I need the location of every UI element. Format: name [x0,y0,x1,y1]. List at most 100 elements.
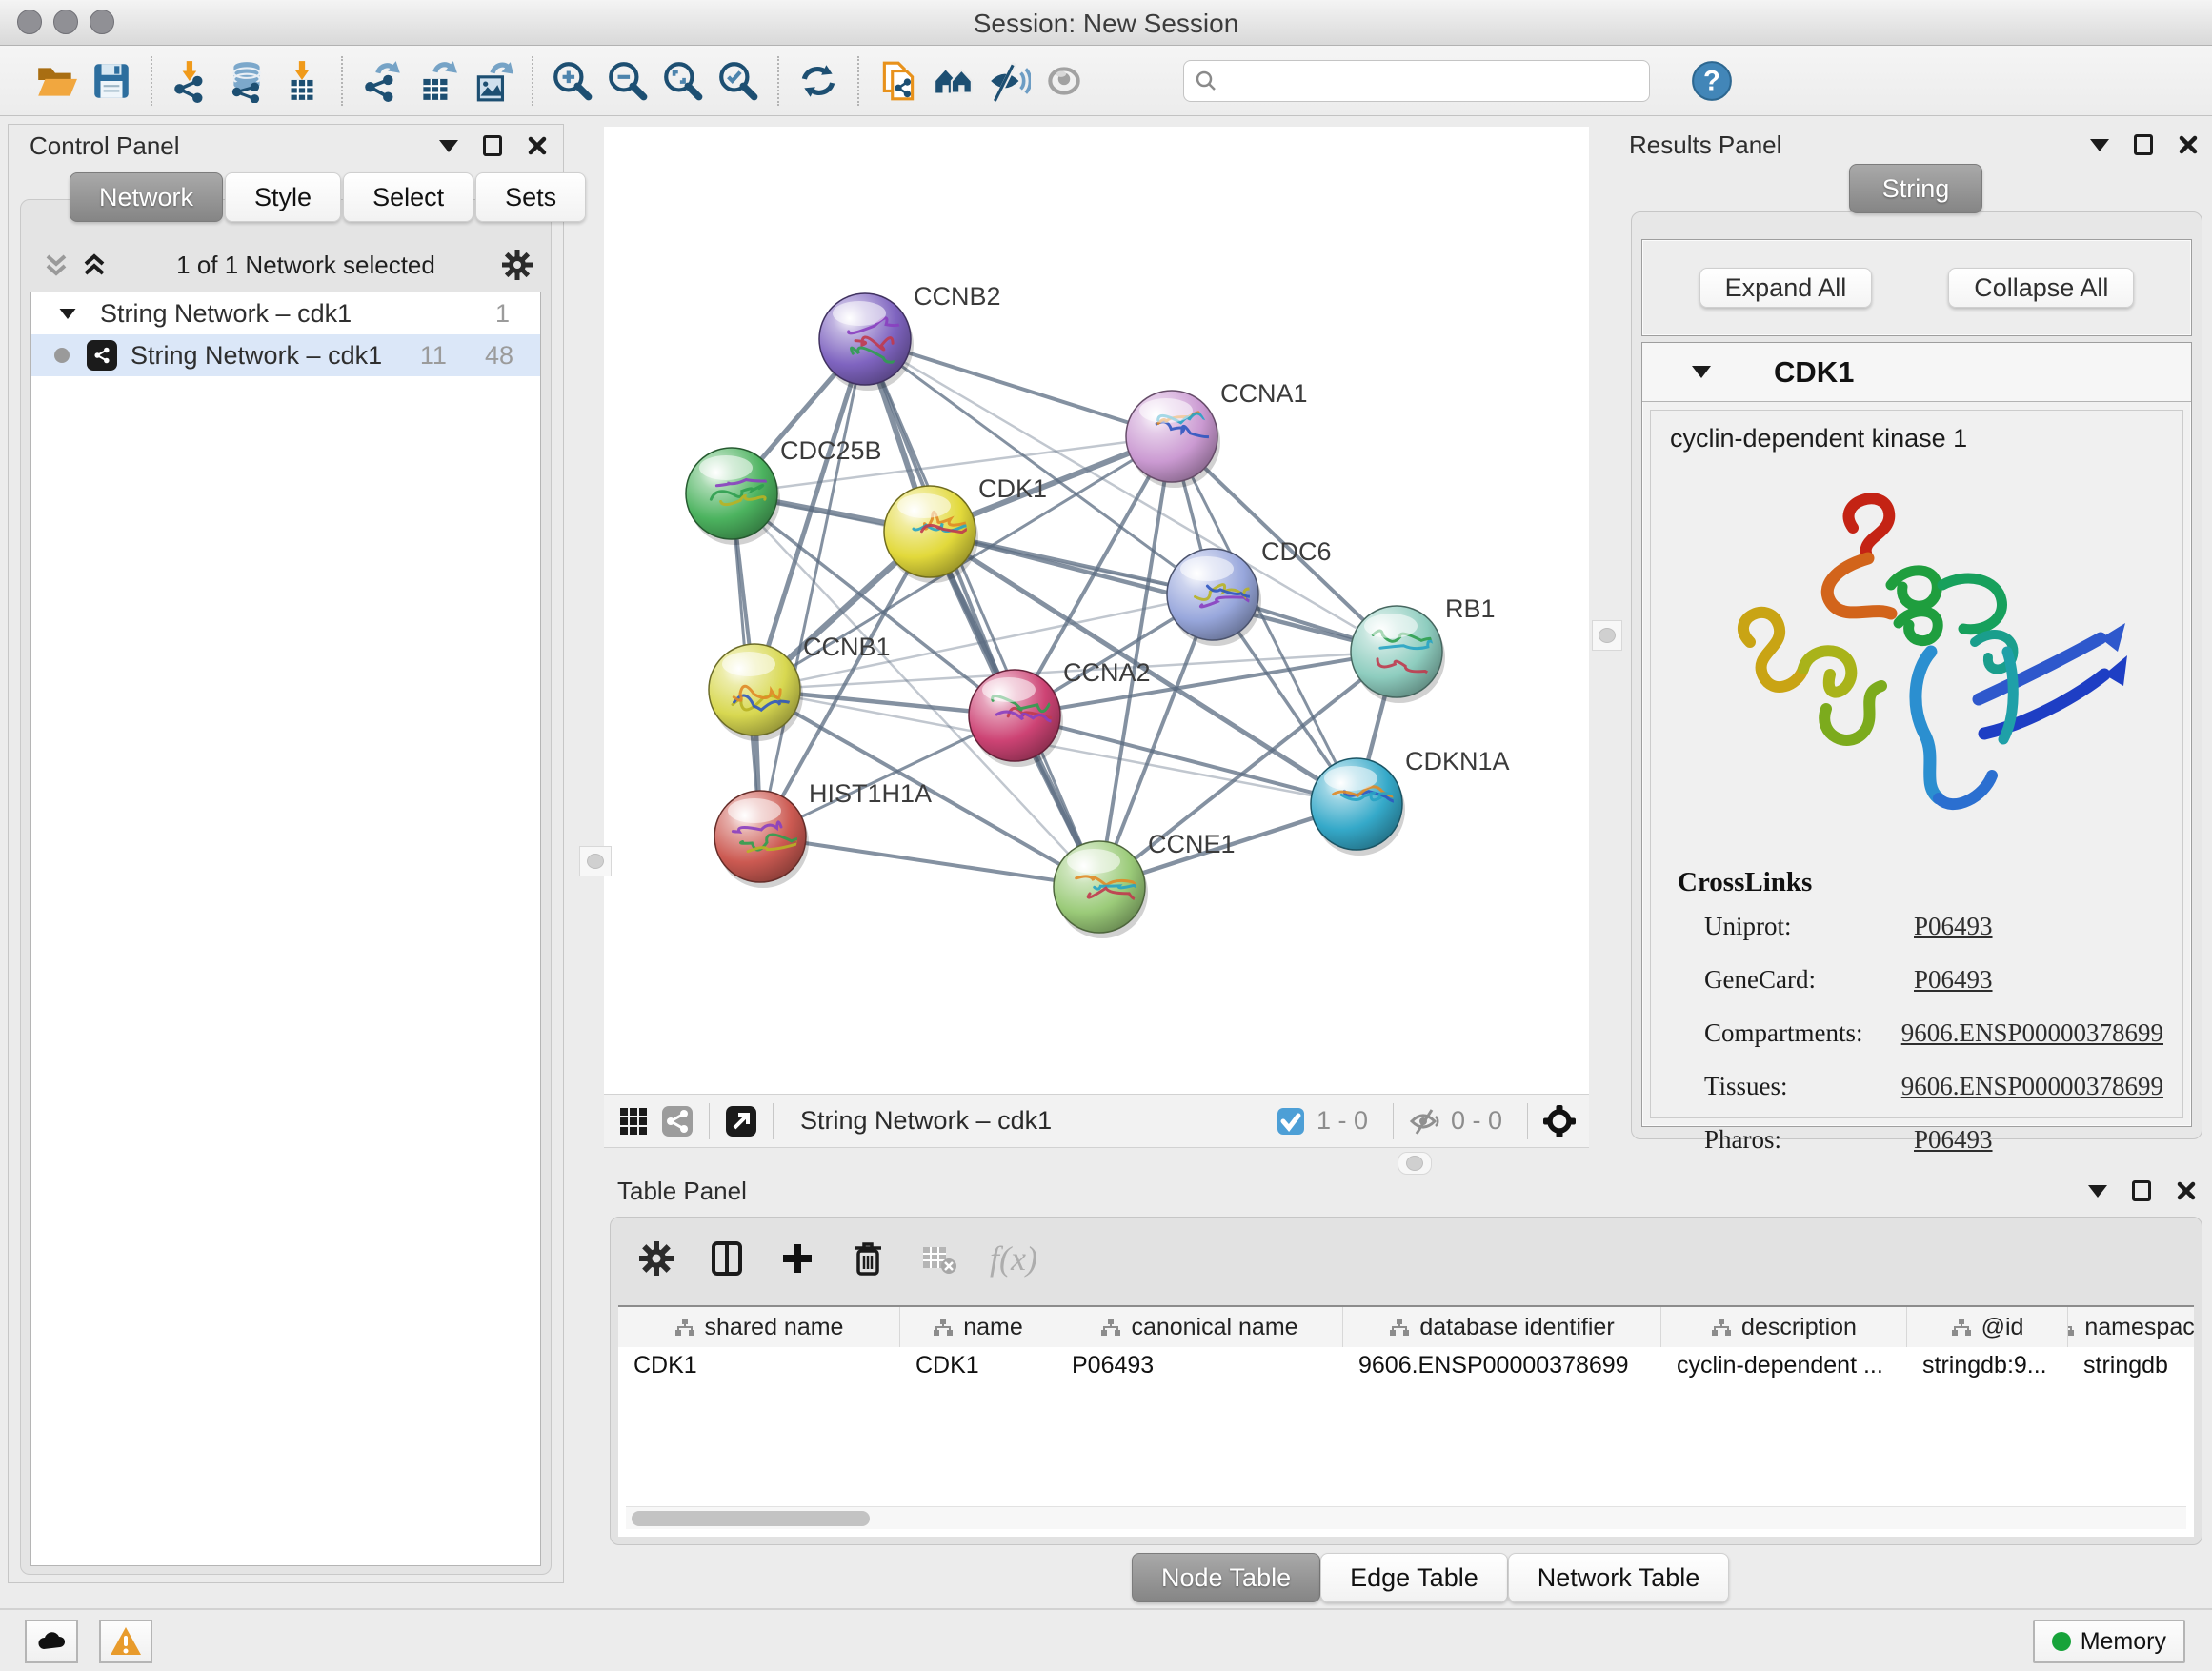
panel-float-icon[interactable] [2134,134,2153,155]
results-panel: Results Panel String Expand All Collapse… [1619,124,2212,1139]
tab-network-table[interactable]: Network Table [1508,1553,1730,1602]
apply-layout-button[interactable] [791,53,846,109]
eye-icon [1042,59,1086,103]
panel-float-icon[interactable] [2132,1180,2151,1201]
network-node-cdkn1a[interactable]: CDKN1A [1311,747,1510,856]
crosshair-icon[interactable] [1543,1105,1576,1137]
column-header[interactable]: canonical name [1056,1307,1343,1347]
column-header[interactable]: description [1661,1307,1907,1347]
panel-close-icon[interactable] [527,135,548,156]
memory-button[interactable]: Memory [2033,1620,2185,1663]
tab-select[interactable]: Select [343,172,473,222]
tab-string[interactable]: String [1849,164,1983,213]
panel-close-icon[interactable] [2178,134,2199,155]
string-import-button[interactable] [871,53,926,109]
selected-checkbox-icon[interactable] [1275,1105,1307,1137]
search-field[interactable] [1183,60,1650,102]
column-header[interactable]: namespace [2068,1307,2194,1347]
network-node-count: 11 [420,341,447,371]
cloud-status-button[interactable] [25,1620,78,1663]
import-network-from-database-button[interactable] [219,53,274,109]
network-row-selected[interactable]: String Network – cdk1 11 48 [31,334,540,376]
zoom-selected-button[interactable] [711,53,766,109]
tissues-link[interactable]: 9606.ENSP00000378699 [1901,1072,2163,1101]
expand-all-networks-icon[interactable] [40,249,72,281]
create-column-plus-icon[interactable] [778,1239,816,1278]
help-button[interactable]: ? [1684,53,1739,109]
network-collection-row[interactable]: String Network – cdk1 1 [31,292,540,334]
gene-section-header[interactable]: CDK1 [1642,343,2191,402]
network-canvas[interactable]: CCNB2CCNA1CDC25BCDK1CDC6RB1CCNB1CCNA2CDK… [604,127,1589,1094]
column-header[interactable]: name [900,1307,1056,1347]
uniprot-link[interactable]: P06493 [1914,912,1993,941]
hidden-eye-slash-icon[interactable] [1409,1105,1441,1137]
network-node-ccna1[interactable]: CCNA1 [1126,379,1308,488]
tab-sets[interactable]: Sets [475,172,586,222]
column-header[interactable]: database identifier [1343,1307,1661,1347]
table-row[interactable]: CDK1 CDK1 P06493 9606.ENSP00000378699 cy… [618,1347,2194,1387]
show-graphics-details-button[interactable] [1036,53,1092,109]
search-input[interactable] [1226,67,1639,94]
control-panel-title: Control Panel [30,131,180,161]
network-node-rb1[interactable]: RB1 [1351,594,1496,703]
compartments-link[interactable]: 9606.ENSP00000378699 [1901,1018,2163,1048]
right-splitter-handle[interactable] [1592,620,1622,651]
delete-column-trash-icon[interactable] [849,1239,887,1278]
table-horizontal-scrollbar[interactable] [626,1506,2186,1529]
toolbar-separator [151,56,152,106]
zoom-out-button[interactable] [600,53,655,109]
string-home-button[interactable] [926,53,981,109]
network-view-toolbar: String Network – cdk1 1 - 0 0 - 0 [604,1094,1589,1148]
panel-menu-icon[interactable] [2090,139,2109,151]
genecard-link[interactable]: P06493 [1914,965,1993,995]
export-image-icon [471,59,514,103]
network-view-title: String Network – cdk1 [800,1106,1052,1136]
zoom-fit-button[interactable] [655,53,711,109]
save-session-button[interactable] [84,53,139,109]
import-table-button[interactable] [274,53,330,109]
tab-node-table[interactable]: Node Table [1132,1553,1320,1602]
network-options-gear-icon[interactable] [501,249,533,281]
node-label: CCNB2 [914,282,1001,311]
panel-menu-icon[interactable] [2088,1185,2107,1198]
export-table-button[interactable] [410,53,465,109]
grid-view-icon[interactable] [617,1105,650,1137]
panel-float-icon[interactable] [483,135,502,156]
function-builder-icon-disabled: f(x) [990,1238,1037,1278]
enhanced-labels-hide-button[interactable] [981,53,1036,109]
zoom-in-button[interactable] [545,53,600,109]
gene-collapse-icon[interactable] [1692,366,1711,378]
control-panel-tabs: Network Style Select Sets [70,172,586,222]
panel-close-icon[interactable] [2176,1180,2197,1201]
tab-network[interactable]: Network [70,172,223,222]
panel-menu-icon[interactable] [439,140,458,152]
left-splitter-handle[interactable] [579,846,612,876]
network-node-ccne1[interactable]: CCNE1 [1054,830,1236,938]
export-image-button[interactable] [465,53,520,109]
tab-edge-table[interactable]: Edge Table [1320,1553,1508,1602]
network-node-hist1h1a[interactable]: HIST1H1A [714,779,932,888]
pharos-link[interactable]: P06493 [1914,1125,1993,1155]
expand-all-button[interactable]: Expand All [1699,268,1873,308]
network-node-cdk1[interactable]: CDK1 [884,474,1047,583]
column-header[interactable]: shared name [618,1307,900,1347]
zoom-out-icon [606,59,650,103]
toolbar-separator [532,56,533,106]
collapse-all-networks-icon[interactable] [78,249,111,281]
scrollbar-thumb[interactable] [632,1511,870,1526]
birds-eye-view-icon[interactable] [725,1105,757,1137]
import-network-button[interactable] [164,53,219,109]
show-columns-icon[interactable] [708,1239,746,1278]
tree-expand-icon[interactable] [60,308,76,318]
network-graph[interactable]: CCNB2CCNA1CDC25BCDK1CDC6RB1CCNB1CCNA2CDK… [604,127,1589,1094]
network-node-cdc25b[interactable]: CDC25B [686,436,882,545]
open-session-button[interactable] [29,53,84,109]
export-network-button[interactable] [354,53,410,109]
tab-style[interactable]: Style [225,172,341,222]
column-header[interactable]: @id [1907,1307,2068,1347]
network-share-icon[interactable] [661,1105,694,1137]
table-options-gear-icon[interactable] [637,1239,675,1278]
node-table: shared name name canonical name database… [618,1305,2194,1537]
warnings-button[interactable] [99,1620,152,1663]
collapse-all-button[interactable]: Collapse All [1948,268,2134,308]
